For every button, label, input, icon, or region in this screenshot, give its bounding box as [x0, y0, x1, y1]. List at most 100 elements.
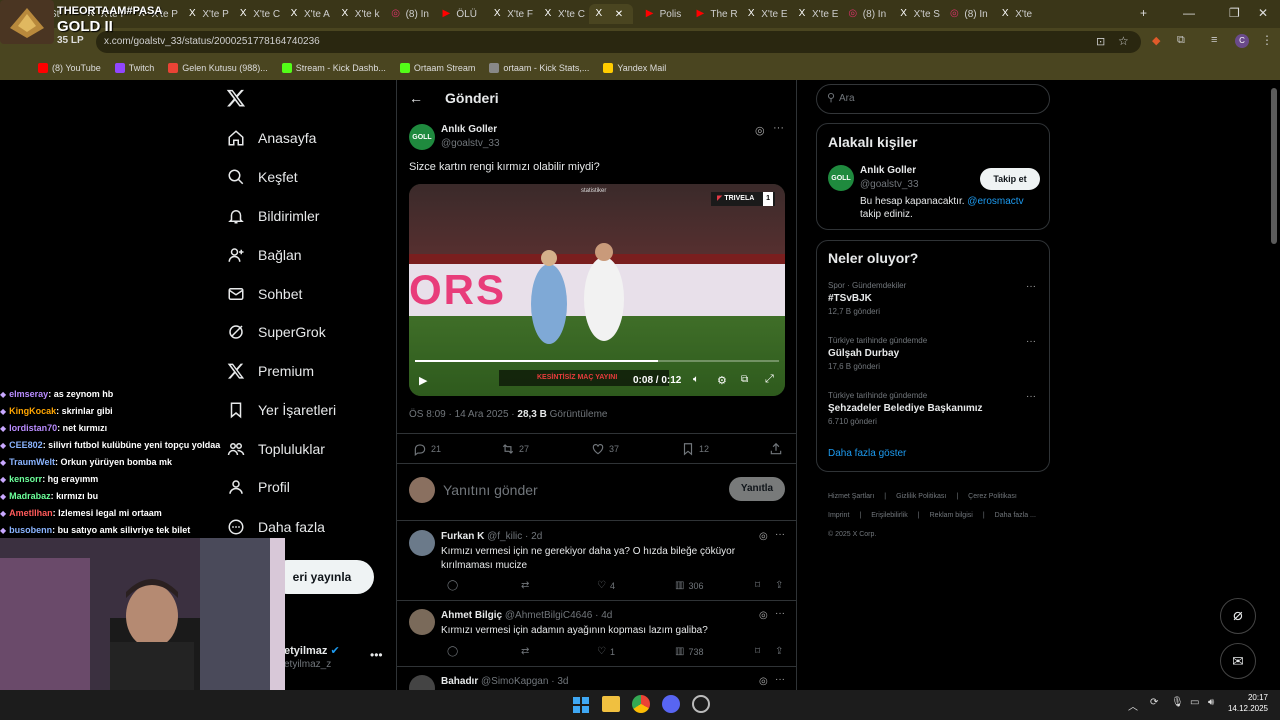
retweet-action[interactable]: ⇄ [521, 646, 533, 657]
reply-author[interactable]: Furkan K @f_kilic · 2d [441, 531, 542, 542]
browser-tab[interactable]: X X'te E [792, 4, 840, 24]
account-name[interactable]: etyilmaz ✔ [284, 644, 340, 657]
browser-tab[interactable]: ◎ (8) In [386, 4, 434, 24]
bookmark-star-icon[interactable]: ☆ [1118, 34, 1129, 48]
nav-item-people[interactable]: Topluluklar [226, 434, 325, 464]
trend-item[interactable]: Türkiye tarihinde gündemde Gülşah Durbay 1… [828, 336, 1038, 371]
reply-avatar[interactable] [409, 609, 435, 635]
heart-action[interactable]: ♡ 1 [597, 646, 615, 657]
share-action[interactable]: ⇪ [775, 580, 787, 591]
footer-link[interactable]: Çerez Politikası [968, 493, 1017, 500]
bookmark-item[interactable]: ortaam - Kick Stats,... [489, 63, 589, 73]
new-tab-button[interactable]: + [1140, 6, 1147, 20]
post-more-icon[interactable]: ··· [773, 122, 784, 134]
reply-action[interactable]: ◯ [447, 646, 462, 657]
minimize-button[interactable]: — [1183, 6, 1195, 20]
reply-more-icon[interactable]: ··· [775, 608, 785, 619]
footer-link[interactable]: Daha fazla ... [995, 512, 1036, 519]
bookmark-item[interactable]: Ortaam Stream [399, 63, 475, 73]
footer-link[interactable]: Erişilebilirlik [871, 512, 908, 519]
trend-item[interactable]: Spor · Gündemdekiler #TSvBJK 12,7 B gönder… [828, 281, 1038, 316]
browser-tab[interactable]: X X'te S [894, 4, 942, 24]
x-logo-icon[interactable] [226, 88, 246, 113]
author-handle[interactable]: @goalstv_33 [441, 138, 500, 149]
search-box[interactable]: ⚲ Ara [816, 84, 1050, 114]
grok-icon[interactable]: ◎ [759, 531, 768, 542]
nav-item-home[interactable]: Anasayfa [226, 123, 316, 153]
reply-avatar[interactable] [409, 530, 435, 556]
browser-tab[interactable]: X X'te P [182, 4, 230, 24]
tray-sync-icon[interactable]: ⟳ [1150, 697, 1158, 708]
browser-tab[interactable]: X X'te C [233, 4, 281, 24]
browser-tab[interactable]: X X'te E [741, 4, 789, 24]
browser-tab[interactable]: X X'te A [284, 4, 332, 24]
reply-author[interactable]: Bahadır @SimoKapgan · 3d [441, 676, 568, 687]
heart-action[interactable]: ♡ 4 [597, 580, 615, 591]
grok-float-button[interactable]: ⌀ [1220, 598, 1256, 634]
url-field[interactable]: x.com/goalstv_33/status/2000251778164740… [96, 31, 1141, 53]
trend-more-icon[interactable]: ··· [1026, 281, 1036, 292]
retweet-action[interactable]: 27 [501, 442, 529, 456]
follow-button[interactable]: Takip et [980, 168, 1040, 190]
messages-float-button[interactable]: ✉ [1220, 643, 1256, 679]
related-handle[interactable]: @goalstv_33 [860, 179, 919, 190]
page-scrollbar[interactable] [1271, 88, 1277, 244]
author-name[interactable]: Anlık Goller [441, 124, 497, 135]
nav-item-add-person[interactable]: Bağlan [226, 240, 302, 270]
bookmark-item[interactable]: Yandex Mail [603, 63, 666, 73]
browser-tab[interactable]: ◎ (8) In [843, 4, 891, 24]
video-player[interactable]: ORS statistiker ◤ TRIVELA 1 KESİNTİSİZ M… [409, 184, 785, 396]
retweet-action[interactable]: ⇄ [521, 580, 533, 591]
share-action[interactable]: ⇪ [775, 646, 787, 657]
bookmark-action[interactable]: 12 [681, 442, 709, 456]
nav-item-mail[interactable]: Sohbet [226, 279, 302, 309]
footer-link[interactable]: Hizmet Şartları [828, 493, 874, 500]
reply-avatar[interactable] [409, 675, 435, 690]
bookmark-item[interactable]: (8) YouTube [38, 63, 101, 73]
post-button[interactable]: eri yayınla [270, 560, 374, 594]
browser-tab[interactable]: ▶ ÖLÜ [436, 4, 484, 24]
browser-tab[interactable]: X X'te C [538, 4, 586, 24]
volume-icon[interactable]: 🔈︎ [693, 374, 699, 385]
browser-tab[interactable]: X X'te F [487, 4, 535, 24]
reply-more-icon[interactable]: ··· [775, 674, 785, 685]
user-avatar[interactable] [409, 477, 435, 503]
nav-item-bell[interactable]: Bildirimler [226, 201, 319, 231]
install-app-icon[interactable]: ⊡ [1096, 35, 1105, 48]
extension-icon[interactable]: ◆ [1152, 34, 1160, 47]
show-more-link[interactable]: Daha fazla göster [828, 448, 906, 459]
reply-button[interactable]: Yanıtla [729, 477, 785, 501]
play-icon[interactable]: ▶ [419, 374, 427, 387]
close-window-button[interactable]: ✕ [1258, 6, 1268, 20]
browser-tab[interactable]: X X'te k [335, 4, 383, 24]
trend-item[interactable]: Türkiye tarihinde gündemde Şehzadeler Bel… [828, 391, 1038, 426]
profile-avatar[interactable]: C [1235, 34, 1249, 48]
extensions-puzzle-icon[interactable]: ⧉ [1177, 34, 1185, 47]
file-explorer-icon[interactable] [602, 696, 620, 712]
views-action[interactable]: ▥ 738 [675, 646, 703, 657]
footer-link[interactable]: Gizlilik Politikası [896, 493, 946, 500]
tray-monitor-icon[interactable]: ▭ [1190, 697, 1199, 708]
chrome-menu-icon[interactable]: ⋮ [1261, 33, 1273, 47]
footer-link[interactable]: Imprint [828, 512, 849, 519]
trend-more-icon[interactable]: ··· [1026, 336, 1036, 347]
browser-tab[interactable]: X X'te [995, 4, 1043, 24]
bookmark-item[interactable]: Gelen Kutusu (988)... [168, 63, 268, 73]
search-input[interactable]: Ara [839, 93, 855, 104]
bookmark-action[interactable]: ⌑ [755, 646, 764, 657]
grok-icon[interactable]: ◎ [755, 124, 765, 137]
nav-item-search[interactable]: Keşfet [226, 162, 298, 192]
clock[interactable]: 20:17 14.12.2025 [1228, 693, 1268, 713]
footer-link[interactable]: Reklam bilgisi [930, 512, 973, 519]
settings-gear-icon[interactable]: ⚙ [717, 374, 727, 387]
back-arrow-icon[interactable]: ← [409, 90, 423, 106]
grok-icon[interactable]: ◎ [759, 610, 768, 621]
views-action[interactable]: ▥ 306 [675, 580, 703, 591]
tray-mic-icon[interactable]: 🎙︎ [1171, 697, 1184, 708]
close-tab-icon[interactable]: ✕ [615, 9, 623, 20]
tray-volume-icon[interactable]: 🔊︎ [1208, 697, 1214, 708]
browser-tab[interactable]: ▶ Polis [640, 4, 688, 24]
fullscreen-icon[interactable]: ⤢ [765, 373, 774, 386]
grok-icon[interactable]: ◎ [759, 676, 768, 687]
maximize-button[interactable]: ❐ [1229, 6, 1240, 20]
